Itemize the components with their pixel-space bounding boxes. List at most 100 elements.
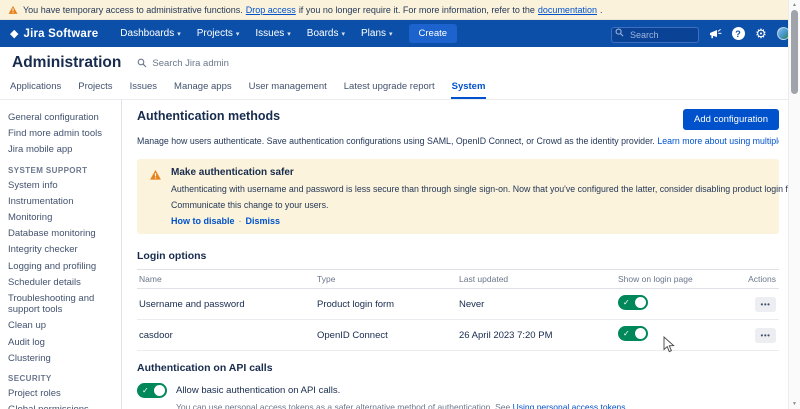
toggle-knob bbox=[635, 328, 646, 339]
sidebar-item-monitoring[interactable]: Monitoring bbox=[8, 212, 115, 223]
row-name: Username and password bbox=[137, 299, 317, 310]
gear-glyph: ⚙ bbox=[755, 27, 767, 40]
tab-system[interactable]: System bbox=[451, 77, 487, 99]
sidebar-item-find-more-admin-tools[interactable]: Find more admin tools bbox=[8, 128, 115, 139]
main-content: Authentication methods Add configuration… bbox=[122, 100, 800, 409]
how-to-disable-link[interactable]: How to disable bbox=[171, 216, 235, 226]
banner-text-3: . bbox=[600, 5, 603, 15]
table-row: Username and password Product login form… bbox=[137, 289, 779, 320]
warning-title: Make authentication safer bbox=[171, 167, 800, 179]
tab-applications[interactable]: Applications bbox=[9, 77, 62, 99]
add-configuration-button[interactable]: Add configuration bbox=[683, 109, 779, 130]
nav-menu-issues[interactable]: Issues▾ bbox=[255, 28, 290, 39]
column-header-name: Name bbox=[137, 274, 317, 284]
tab-latest-upgrade-report[interactable]: Latest upgrade report bbox=[343, 77, 436, 99]
warning-body-2: Communicate this change to your users. bbox=[171, 200, 800, 211]
make-authentication-safer-warning: Make authentication safer Authenticating… bbox=[137, 159, 779, 234]
sidebar-item-jira-mobile-app[interactable]: Jira mobile app bbox=[8, 144, 115, 155]
sidebar-item-database-monitoring[interactable]: Database monitoring bbox=[8, 228, 115, 239]
drop-access-link[interactable]: Drop access bbox=[246, 5, 296, 15]
banner-text-1: You have temporary access to administrat… bbox=[23, 5, 243, 15]
tab-projects[interactable]: Projects bbox=[77, 77, 113, 99]
nav-menu-label: Boards bbox=[307, 28, 339, 39]
chevron-down-icon: ▾ bbox=[287, 30, 291, 38]
tab-issues[interactable]: Issues bbox=[129, 77, 158, 99]
main-header-row: Authentication methods Add configuration bbox=[137, 109, 779, 129]
row-show-toggle-cell: ✓ bbox=[618, 295, 748, 313]
search-input[interactable] bbox=[611, 27, 699, 43]
admin-search[interactable]: Search Jira admin bbox=[137, 58, 229, 69]
banner-text-2: if you no longer require it. For more in… bbox=[299, 5, 535, 15]
chevron-down-icon: ▾ bbox=[341, 30, 345, 38]
jira-diamond-icon: ◆ bbox=[10, 27, 18, 40]
jira-logo[interactable]: ◆ Jira Software bbox=[10, 27, 98, 40]
nav-search bbox=[611, 25, 699, 43]
row-actions-button[interactable]: ••• bbox=[755, 297, 776, 312]
column-header-last-updated: Last updated bbox=[459, 274, 618, 284]
learn-more-link[interactable]: Learn more about using multiple identity… bbox=[657, 136, 779, 146]
nav-menu-label: Projects bbox=[197, 28, 233, 39]
row-actions-button[interactable]: ••• bbox=[755, 328, 776, 343]
show-on-login-toggle[interactable]: ✓ bbox=[618, 295, 648, 310]
create-button[interactable]: Create bbox=[409, 24, 458, 43]
sidebar-item-integrity-checker[interactable]: Integrity checker bbox=[8, 244, 115, 255]
column-header-actions: Actions bbox=[748, 274, 779, 284]
scroll-down-arrow-icon[interactable]: ▼ bbox=[789, 399, 800, 409]
nav-menu-plans[interactable]: Plans▾ bbox=[361, 28, 393, 39]
sidebar-item-project-roles[interactable]: Project roles bbox=[8, 388, 115, 399]
basic-auth-api-toggle[interactable]: ✓ bbox=[137, 383, 167, 398]
admin-tab-bar: Applications Projects Issues Manage apps… bbox=[0, 77, 800, 100]
warning-links: How to disable·Dismiss bbox=[171, 216, 800, 226]
sidebar-item-logging-and-profiling[interactable]: Logging and profiling bbox=[8, 261, 115, 272]
nav-menu-dashboards[interactable]: Dashboards▾ bbox=[120, 28, 180, 39]
sidebar-heading-system-support: SYSTEM SUPPORT bbox=[8, 166, 115, 175]
row-last-updated: Never bbox=[459, 299, 618, 310]
chevron-down-icon: ▾ bbox=[177, 30, 181, 38]
row-name: casdoor bbox=[137, 330, 317, 341]
nav-menu-label: Plans bbox=[361, 28, 386, 39]
api-toggle-row: ✓ Allow basic authentication on API call… bbox=[137, 383, 779, 398]
sidebar-item-scheduler-details[interactable]: Scheduler details bbox=[8, 277, 115, 288]
toggle-knob bbox=[154, 385, 165, 396]
administration-header: Administration Search Jira admin bbox=[0, 47, 800, 77]
nav-menu-boards[interactable]: Boards▾ bbox=[307, 28, 345, 39]
admin-sidebar: General configuration Find more admin to… bbox=[0, 100, 122, 409]
search-icon bbox=[137, 58, 147, 68]
brand-name: Jira Software bbox=[23, 28, 98, 40]
section-title: Authentication methods bbox=[137, 109, 280, 123]
scroll-up-arrow-icon[interactable]: ▲ bbox=[789, 0, 800, 10]
scrollbar-thumb[interactable] bbox=[791, 10, 798, 94]
login-options-table: Name Type Last updated Show on login pag… bbox=[137, 269, 779, 351]
description-text: Manage how users authenticate. Save auth… bbox=[137, 136, 655, 146]
dismiss-link[interactable]: Dismiss bbox=[246, 216, 281, 226]
row-show-toggle-cell: ✓ bbox=[618, 326, 748, 344]
show-on-login-toggle[interactable]: ✓ bbox=[618, 326, 648, 341]
column-header-show-on-login-page: Show on login page bbox=[618, 274, 748, 284]
sidebar-item-clustering[interactable]: Clustering bbox=[8, 353, 115, 364]
vertical-scrollbar[interactable]: ▲ ▼ bbox=[788, 0, 800, 409]
temporary-access-banner: You have temporary access to administrat… bbox=[0, 0, 800, 20]
admin-search-label: Search Jira admin bbox=[152, 58, 229, 69]
sidebar-item-clean-up[interactable]: Clean up bbox=[8, 320, 115, 331]
sidebar-item-troubleshooting-and-support-tools[interactable]: Troubleshooting and support tools bbox=[8, 293, 115, 315]
nav-menu-label: Dashboards bbox=[120, 28, 174, 39]
section-description: Manage how users authenticate. Save auth… bbox=[137, 136, 779, 146]
help-icon[interactable]: ? bbox=[731, 27, 745, 41]
tab-user-management[interactable]: User management bbox=[248, 77, 328, 99]
row-type: Product login form bbox=[317, 299, 459, 310]
search-icon bbox=[615, 28, 624, 37]
sidebar-item-audit-log[interactable]: Audit log bbox=[8, 337, 115, 348]
login-options-heading: Login options bbox=[137, 250, 779, 262]
announcements-icon[interactable] bbox=[708, 27, 722, 41]
top-navigation: ◆ Jira Software Dashboards▾ Projects▾ Is… bbox=[0, 20, 800, 47]
sidebar-item-global-permissions[interactable]: Global permissions bbox=[8, 404, 115, 409]
sidebar-item-general-configuration[interactable]: General configuration bbox=[8, 112, 115, 123]
personal-access-tokens-link[interactable]: Using personal access tokens. bbox=[513, 402, 628, 409]
tab-manage-apps[interactable]: Manage apps bbox=[173, 77, 233, 99]
sidebar-item-system-info[interactable]: System info bbox=[8, 180, 115, 191]
chevron-down-icon: ▾ bbox=[389, 30, 393, 38]
documentation-link[interactable]: documentation bbox=[538, 5, 597, 15]
sidebar-item-instrumentation[interactable]: Instrumentation bbox=[8, 196, 115, 207]
nav-menu-projects[interactable]: Projects▾ bbox=[197, 28, 240, 39]
settings-gear-icon[interactable]: ⚙ bbox=[754, 27, 768, 41]
